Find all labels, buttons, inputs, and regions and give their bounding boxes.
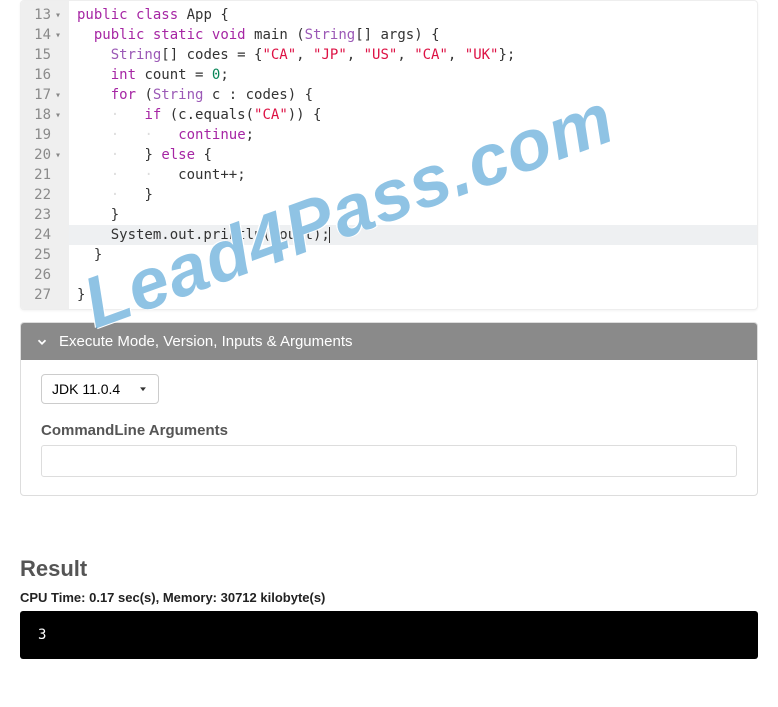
code-line[interactable]: } (77, 205, 749, 225)
version-select[interactable]: JDK 11.0.4 (41, 374, 159, 404)
line-number: 22 (21, 185, 63, 205)
code-line[interactable]: System.out.println(count); (69, 225, 757, 245)
line-number: 14 (21, 25, 63, 45)
line-number: 25 (21, 245, 63, 265)
code-line[interactable]: · if (c.equals("CA")) { (77, 105, 749, 125)
commandline-input[interactable] (41, 445, 737, 477)
code-line[interactable]: } (77, 245, 749, 265)
line-number: 26 (21, 265, 63, 285)
line-number: 13 (21, 5, 63, 25)
code-content[interactable]: public class App { public static void ma… (69, 1, 757, 309)
commandline-label: CommandLine Arguments (41, 422, 737, 439)
caret-down-icon (138, 381, 148, 397)
terminal-text: 3 (38, 627, 46, 643)
result-meta: CPU Time: 0.17 sec(s), Memory: 30712 kil… (20, 590, 758, 605)
code-line[interactable]: · · continue; (77, 125, 749, 145)
line-gutter: 131415161718192021222324252627 (21, 1, 69, 309)
code-line[interactable]: public static void main (String[] args) … (77, 25, 749, 45)
line-number: 21 (21, 165, 63, 185)
code-line[interactable]: · } (77, 185, 749, 205)
line-number: 24 (21, 225, 63, 245)
result-section: Result CPU Time: 0.17 sec(s), Memory: 30… (20, 556, 758, 659)
line-number: 23 (21, 205, 63, 225)
line-number: 15 (21, 45, 63, 65)
line-number: 27 (21, 285, 63, 305)
line-number: 18 (21, 105, 63, 125)
chevron-down-icon (35, 335, 49, 349)
code-line[interactable]: · } else { (77, 145, 749, 165)
line-number: 16 (21, 65, 63, 85)
code-line[interactable]: for (String c : codes) { (77, 85, 749, 105)
code-line[interactable]: · · count++; (77, 165, 749, 185)
code-line[interactable]: String[] codes = {"CA", "JP", "US", "CA"… (77, 45, 749, 65)
code-line[interactable]: } (77, 285, 749, 305)
line-number: 17 (21, 85, 63, 105)
version-selected-label: JDK 11.0.4 (52, 381, 120, 397)
terminal-output: 3 (20, 611, 758, 659)
code-line[interactable]: public class App { (77, 5, 749, 25)
result-title: Result (20, 556, 758, 582)
execute-panel: Execute Mode, Version, Inputs & Argument… (20, 322, 758, 496)
code-line[interactable]: int count = 0; (77, 65, 749, 85)
execute-panel-title: Execute Mode, Version, Inputs & Argument… (59, 333, 353, 350)
code-editor[interactable]: 131415161718192021222324252627 public cl… (20, 0, 758, 310)
line-number: 19 (21, 125, 63, 145)
execute-panel-header[interactable]: Execute Mode, Version, Inputs & Argument… (21, 323, 757, 360)
line-number: 20 (21, 145, 63, 165)
code-line[interactable] (77, 265, 749, 285)
